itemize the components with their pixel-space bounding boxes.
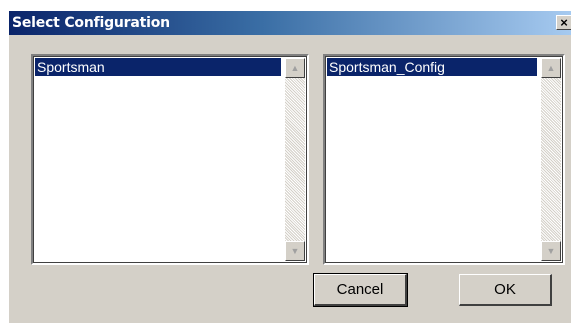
close-icon: ×: [560, 15, 568, 30]
scroll-up-icon: ▲: [546, 63, 556, 73]
scroll-down-button[interactable]: ▼: [541, 241, 561, 261]
title-bar[interactable]: Select Configuration ×: [9, 11, 571, 35]
select-configuration-dialog: Select Configuration × Sportsman ▲ ▼ Spo…: [9, 11, 571, 323]
list-item[interactable]: Sportsman_Config: [327, 58, 537, 76]
scroll-up-button[interactable]: ▲: [541, 58, 561, 78]
ok-button[interactable]: OK: [459, 274, 552, 306]
list-item[interactable]: Sportsman: [35, 58, 281, 76]
left-list-scrollbar[interactable]: ▲ ▼: [285, 58, 305, 261]
cancel-button[interactable]: Cancel: [313, 273, 408, 307]
close-button[interactable]: ×: [556, 15, 571, 30]
scroll-down-icon: ▼: [290, 246, 300, 256]
config-list[interactable]: Sportsman_Config ▲ ▼: [323, 54, 565, 265]
scroll-up-icon: ▲: [290, 63, 300, 73]
sportsman-list[interactable]: Sportsman ▲ ▼: [31, 54, 309, 265]
scroll-down-icon: ▼: [546, 246, 556, 256]
dialog-title: Select Configuration: [12, 15, 170, 31]
right-list-scrollbar[interactable]: ▲ ▼: [541, 58, 561, 261]
scroll-up-button[interactable]: ▲: [285, 58, 305, 78]
scroll-down-button[interactable]: ▼: [285, 241, 305, 261]
